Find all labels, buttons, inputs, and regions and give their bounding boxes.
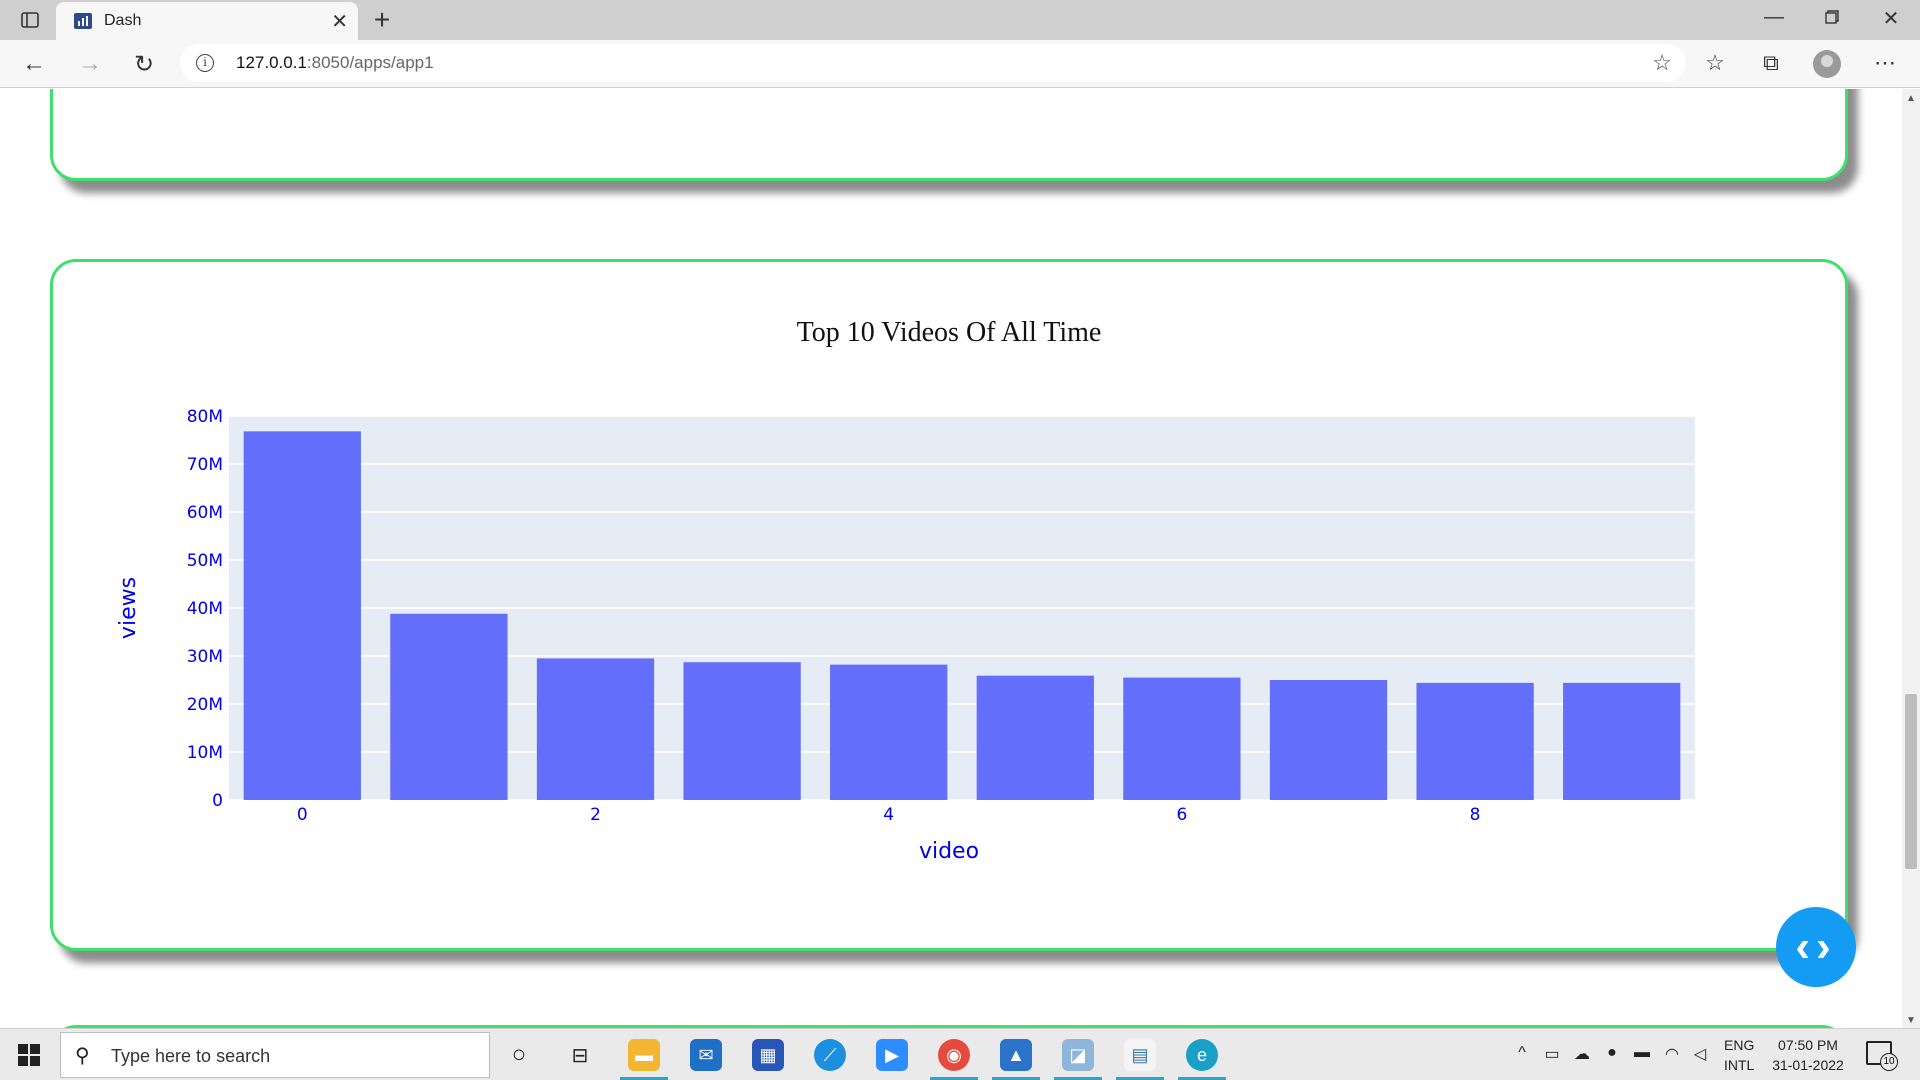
page-viewport: Top 10 Videos Of All Time 0 10M 20M 30M 40M 5… bbox=[0, 89, 1902, 1028]
bar-video-9[interactable] bbox=[1563, 682, 1681, 800]
favorites-icon[interactable]: ☆ bbox=[1700, 50, 1730, 76]
task-view-icon[interactable]: ⊟ bbox=[564, 1039, 596, 1071]
cortana-icon[interactable]: ○ bbox=[503, 1039, 535, 1071]
bar-video-1[interactable] bbox=[390, 613, 508, 800]
site-info-icon[interactable]: i bbox=[196, 54, 214, 72]
scrollbar-thumb[interactable] bbox=[1905, 694, 1917, 869]
browser-tab[interactable]: Dash ✕ bbox=[56, 2, 358, 40]
file-explorer-icon[interactable]: ▬ bbox=[628, 1039, 660, 1071]
search-placeholder: Type here to search bbox=[111, 1046, 271, 1066]
profile-avatar[interactable] bbox=[1813, 50, 1841, 78]
code-toggle-button[interactable]: ‹› bbox=[1776, 907, 1856, 987]
clock-time[interactable]: 07:50 PM bbox=[1776, 1037, 1840, 1053]
scroll-down-icon[interactable]: ▼ bbox=[1906, 1015, 1916, 1026]
python-icon[interactable]: ▤ bbox=[1124, 1039, 1156, 1071]
windows-start-icon[interactable] bbox=[18, 1044, 40, 1066]
tab-close-icon[interactable]: ✕ bbox=[331, 9, 348, 34]
chrome-icon[interactable]: ◉ bbox=[938, 1039, 970, 1071]
wifi-icon[interactable]: ◠ bbox=[1660, 1044, 1684, 1064]
bar-video-5[interactable] bbox=[976, 675, 1094, 800]
x-tick-label: 6 bbox=[1176, 805, 1187, 825]
app-link-icon[interactable]: ⟋ bbox=[814, 1039, 846, 1071]
battery-icon[interactable]: ▬ bbox=[1630, 1044, 1654, 1062]
tab-actions-icon[interactable] bbox=[16, 8, 44, 32]
photos-icon[interactable]: ▲ bbox=[1000, 1039, 1032, 1071]
card-previous bbox=[50, 89, 1848, 181]
meet-icon[interactable]: ▭ bbox=[1540, 1044, 1564, 1064]
y-tick-label: 70M bbox=[187, 455, 223, 475]
y-tick-label: 50M bbox=[187, 551, 223, 571]
scroll-up-icon[interactable]: ▲ bbox=[1906, 93, 1916, 104]
clock-date[interactable]: 31-01-2022 bbox=[1768, 1057, 1848, 1073]
y-tick-label: 20M bbox=[187, 695, 223, 715]
bar-chart: 0 10M 20M 30M 40M 50M 60M 70M 80M 0 2 4 6 8 views vi… bbox=[116, 407, 1695, 864]
new-tab-icon[interactable]: + bbox=[368, 4, 396, 36]
search-icon: ⚲ bbox=[75, 1045, 90, 1067]
more-menu-icon[interactable]: ⋯ bbox=[1870, 50, 1900, 76]
x-tick-label: 2 bbox=[590, 805, 601, 825]
tab-title: Dash bbox=[104, 12, 142, 29]
bar-video-8[interactable] bbox=[1416, 682, 1534, 800]
dash-favicon-icon bbox=[74, 13, 92, 29]
page-scrollbar[interactable]: ▲ ▼ bbox=[1902, 89, 1920, 1028]
y-tick-label: 10M bbox=[187, 743, 223, 763]
back-icon[interactable]: ← bbox=[18, 48, 50, 80]
mail-icon[interactable]: ✉ bbox=[690, 1039, 722, 1071]
bar-video-7[interactable] bbox=[1269, 680, 1388, 800]
bar-video-2[interactable] bbox=[536, 658, 655, 800]
tray-chevron-icon[interactable]: ^ bbox=[1510, 1044, 1534, 1062]
keyboard-layout[interactable]: INTL bbox=[1724, 1057, 1754, 1073]
bar-video-3[interactable] bbox=[683, 662, 801, 800]
bar-video-6[interactable] bbox=[1123, 677, 1241, 800]
notes-app-icon[interactable]: ◪ bbox=[1062, 1039, 1094, 1071]
x-tick-label: 4 bbox=[883, 805, 894, 825]
store-icon[interactable]: ▦ bbox=[752, 1039, 784, 1071]
y-tick-label: 0 bbox=[212, 791, 223, 811]
minimize-icon[interactable]: — bbox=[1754, 6, 1794, 29]
volume-icon[interactable]: ◁ bbox=[1688, 1044, 1712, 1064]
collections-icon[interactable]: ⧉ bbox=[1756, 50, 1786, 76]
add-favorite-icon[interactable]: ☆ bbox=[1652, 50, 1672, 76]
chart-card: Top 10 Videos Of All Time 0 10M 20M 30M 40M 5… bbox=[50, 259, 1848, 951]
reload-icon[interactable]: ↻ bbox=[128, 48, 160, 80]
notification-count: 10 bbox=[1880, 1053, 1898, 1071]
y-tick-label: 80M bbox=[187, 407, 223, 427]
y-tick-label: 30M bbox=[187, 647, 223, 667]
url-text[interactable]: 127.0.0.1:8050/apps/app1 bbox=[236, 53, 434, 73]
zoom-icon[interactable]: ▶ bbox=[876, 1039, 908, 1071]
close-window-icon[interactable]: ✕ bbox=[1871, 6, 1911, 31]
language-indicator[interactable]: ENG bbox=[1724, 1037, 1754, 1053]
y-tick-label: 60M bbox=[187, 503, 223, 523]
onedrive-icon[interactable]: ☁ bbox=[1570, 1044, 1594, 1064]
y-tick-label: 40M bbox=[187, 599, 223, 619]
bar-video-4[interactable] bbox=[830, 664, 948, 800]
windows-taskbar: ⚲ Type here to search ○ ⊟ ▬ ✉ ▦ ⟋ ▶ ◉ ▲ … bbox=[0, 1028, 1920, 1080]
x-axis-label: video bbox=[919, 839, 979, 864]
browser-tab-bar: Dash ✕ + — ✕ bbox=[0, 0, 1920, 40]
edge-icon[interactable]: e bbox=[1186, 1039, 1218, 1071]
bar-video-0[interactable] bbox=[243, 431, 361, 800]
x-tick-label: 0 bbox=[297, 805, 308, 825]
microphone-icon[interactable]: ● bbox=[1600, 1044, 1624, 1062]
taskbar-search-box[interactable]: ⚲ Type here to search bbox=[60, 1032, 490, 1078]
x-tick-label: 8 bbox=[1470, 805, 1481, 825]
restore-icon[interactable] bbox=[1812, 6, 1852, 30]
forward-icon[interactable]: → bbox=[74, 48, 106, 80]
y-axis-label: views bbox=[116, 577, 141, 639]
browser-toolbar: ← → ↻ i 127.0.0.1:8050/apps/app1 ☆ ☆ ⧉ ⋯ bbox=[0, 40, 1920, 88]
address-bar[interactable]: i 127.0.0.1:8050/apps/app1 ☆ bbox=[180, 44, 1686, 82]
notification-center-icon[interactable]: 10 bbox=[1866, 1041, 1898, 1071]
